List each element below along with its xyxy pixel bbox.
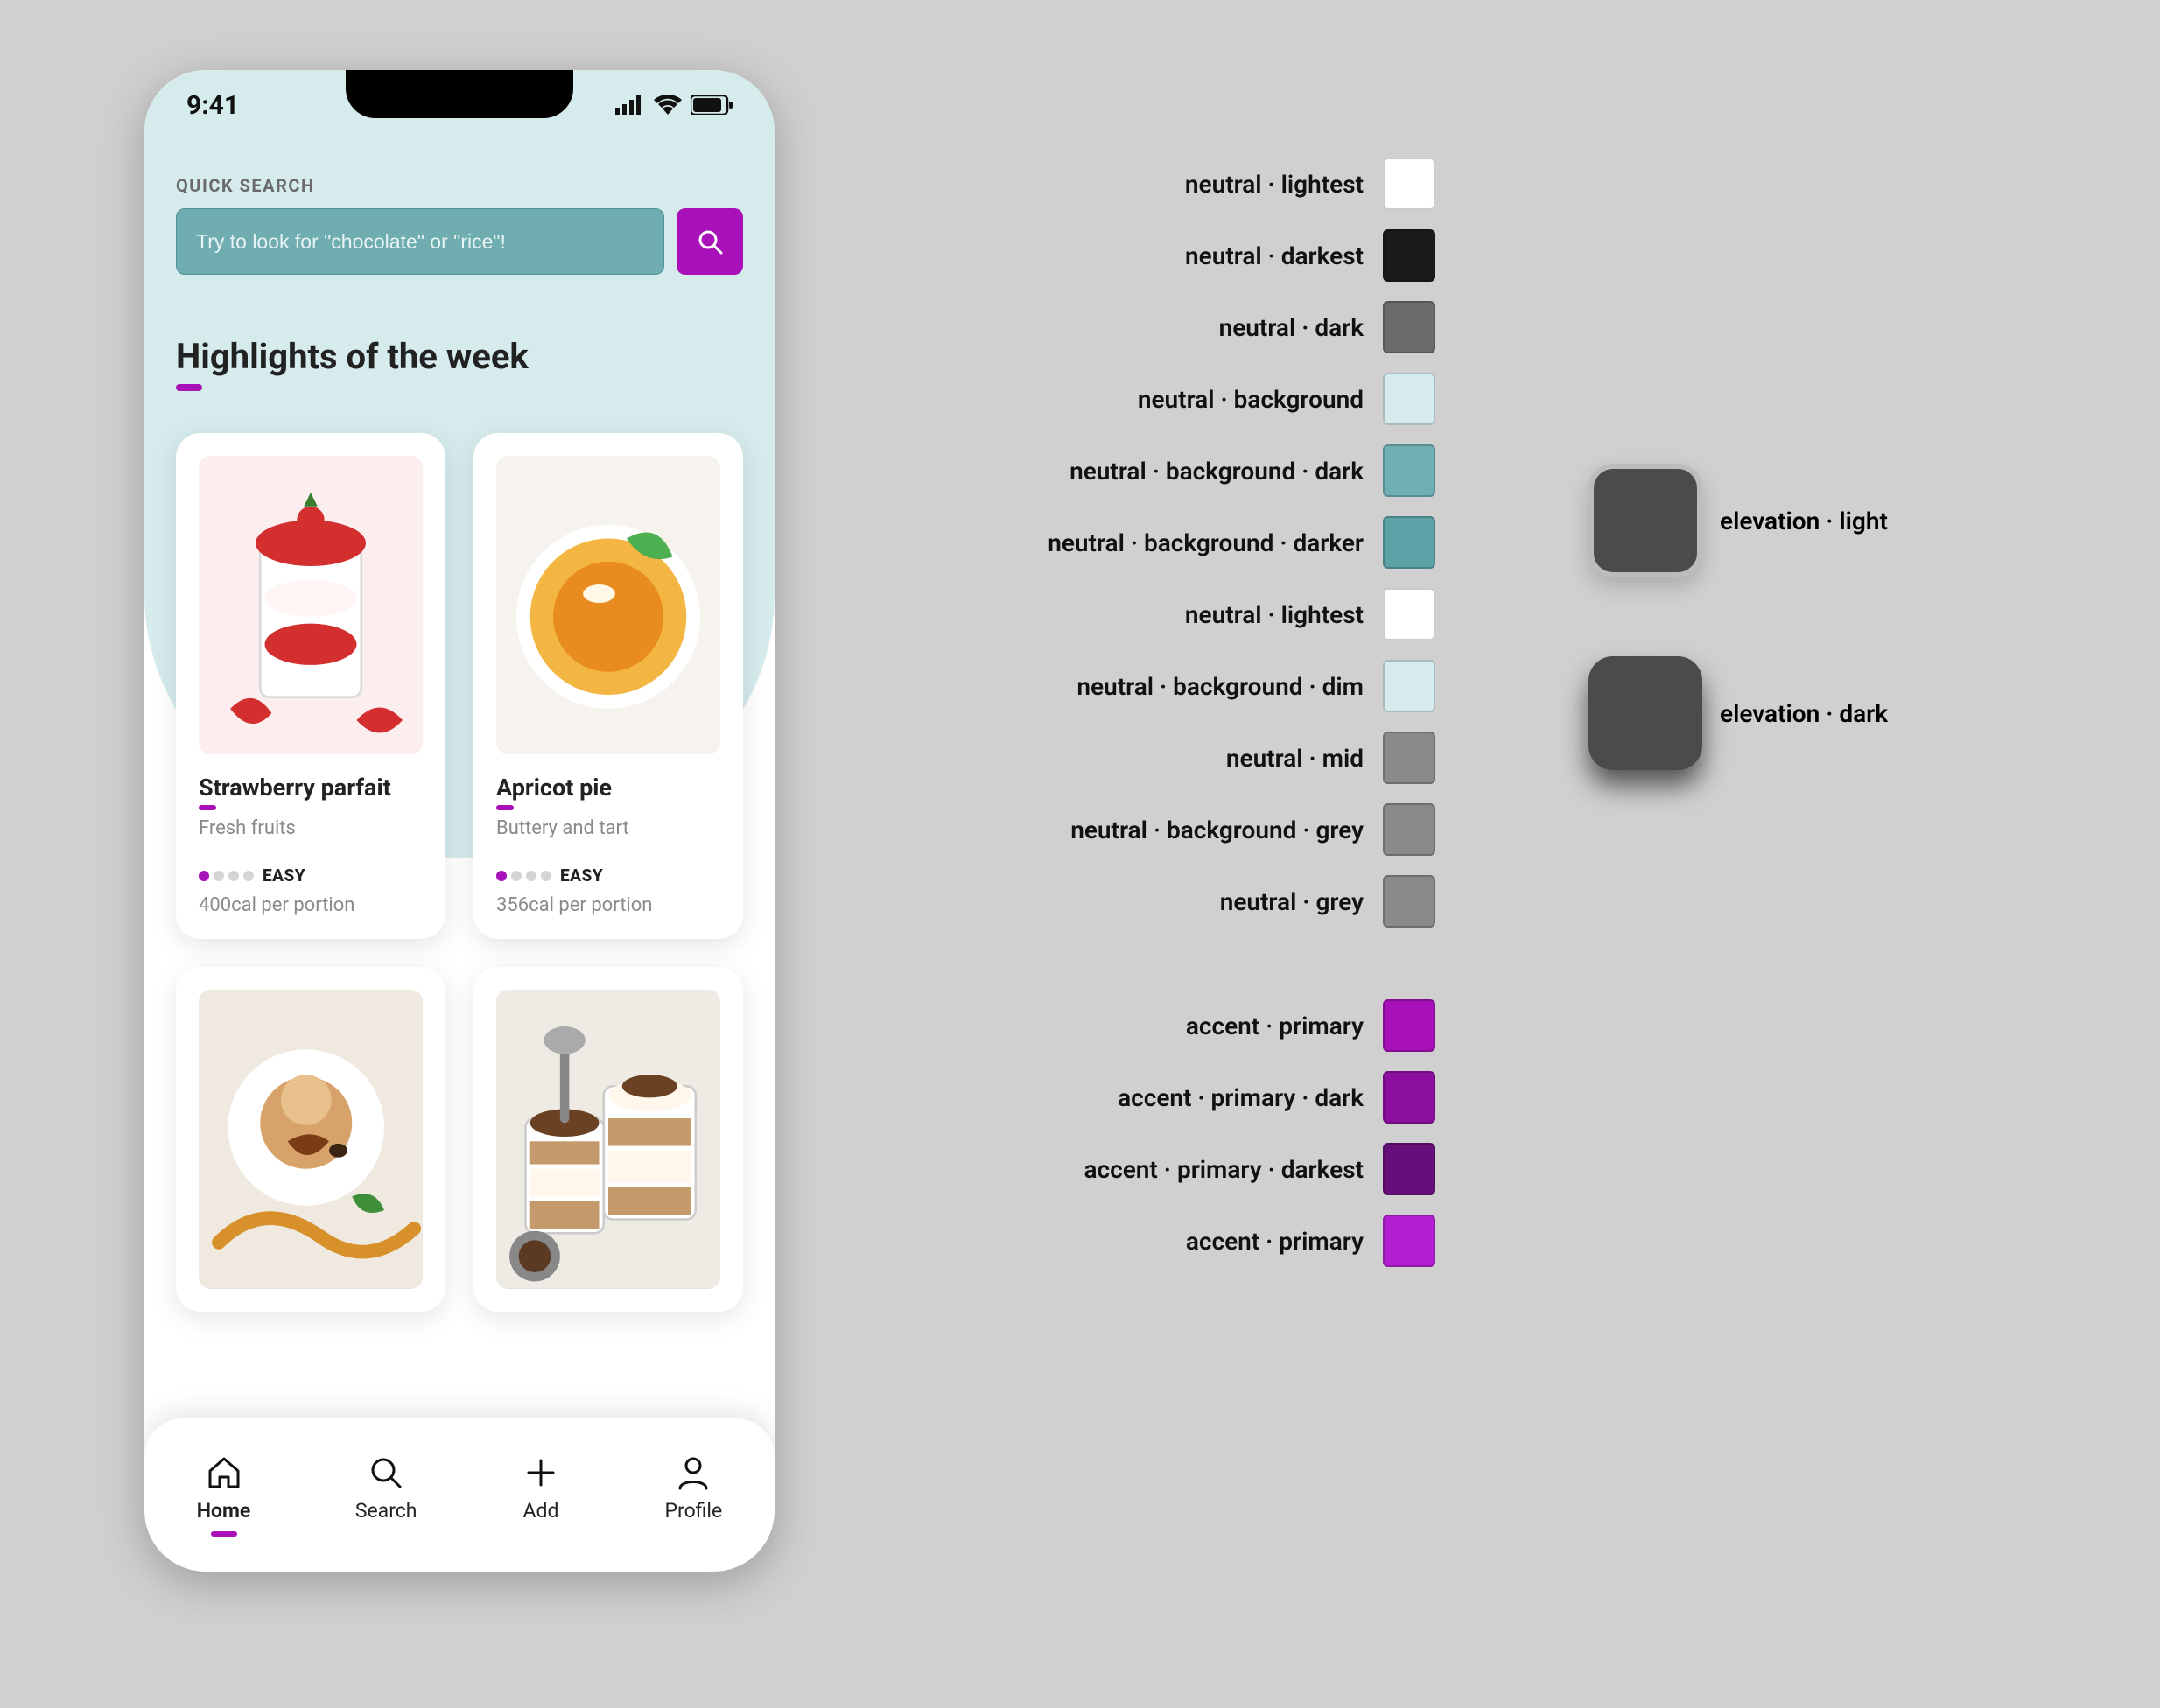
tab-add[interactable]: Add <box>522 1453 560 1536</box>
palette-label: neutral · mid <box>884 744 1383 773</box>
search-input[interactable] <box>176 208 664 275</box>
swatch <box>1383 229 1435 282</box>
difficulty-row: EASY <box>496 865 720 886</box>
recipe-title: Apricot pie <box>496 774 720 802</box>
tab-home[interactable]: Home <box>197 1453 251 1536</box>
search-icon <box>696 228 724 256</box>
tab-search[interactable]: Search <box>355 1453 417 1536</box>
palette-label: accent · primary <box>884 1012 1383 1040</box>
recipe-card[interactable] <box>176 967 445 1311</box>
calories-label: 400cal per portion <box>199 894 423 916</box>
palette-panel: neutral · lightest neutral · darkest neu… <box>884 158 2092 1286</box>
difficulty-label: EASY <box>560 865 603 886</box>
tab-label: Add <box>523 1499 559 1522</box>
elevation-panel: elevation · light elevation · dark <box>1588 464 1888 770</box>
recipe-image <box>496 990 720 1288</box>
swatch <box>1383 588 1435 640</box>
recipe-card[interactable]: Apricot pie Buttery and tart EASY 356cal… <box>473 433 743 939</box>
palette-label: accent · primary <box>884 1227 1383 1256</box>
palette-label: neutral · darkest <box>884 242 1383 270</box>
swatch <box>1383 732 1435 784</box>
elevation-dark-swatch <box>1588 656 1702 770</box>
wifi-icon <box>654 95 682 115</box>
recipe-title: Strawberry parfait <box>199 774 423 802</box>
status-icons <box>615 95 733 115</box>
swatch <box>1383 444 1435 497</box>
tab-underline <box>680 1531 706 1536</box>
palette-label: neutral · dark <box>884 313 1383 342</box>
palette-label: neutral · lightest <box>884 170 1383 199</box>
profile-icon <box>674 1453 712 1492</box>
tab-profile[interactable]: Profile <box>664 1453 722 1536</box>
phone-notch <box>346 70 573 118</box>
recipe-underline <box>199 805 216 810</box>
quick-search-label: QUICK SEARCH <box>176 175 743 196</box>
swatch <box>1383 516 1435 569</box>
recipe-card[interactable]: Strawberry parfait Fresh fruits EASY 400… <box>176 433 445 939</box>
recipe-subtitle: Buttery and tart <box>496 817 720 839</box>
recipe-subtitle: Fresh fruits <box>199 817 423 839</box>
tab-underline <box>528 1531 554 1536</box>
home-icon <box>205 1453 243 1492</box>
palette-label: neutral · background · dim <box>884 672 1383 701</box>
section-title: Highlights of the week <box>176 336 743 377</box>
difficulty-label: EASY <box>263 865 305 886</box>
palette-label: neutral · grey <box>884 887 1383 916</box>
tab-underline <box>211 1531 237 1536</box>
recipe-underline <box>496 805 514 810</box>
bottom-tabbar: Home Search Add Profile <box>144 1418 775 1572</box>
recipe-image <box>496 456 720 754</box>
elevation-label: elevation · light <box>1720 507 1888 536</box>
palette-label: accent · primary · dark <box>884 1083 1383 1112</box>
palette-label: neutral · lightest <box>884 600 1383 629</box>
phone-mock: 9:41 QUICK SEARCH Highlights of the week <box>144 70 775 1572</box>
swatch <box>1383 1214 1435 1267</box>
palette-label: neutral · background · dark <box>884 457 1383 486</box>
swatch <box>1383 660 1435 712</box>
swatch <box>1383 875 1435 928</box>
swatch <box>1383 999 1435 1052</box>
tab-label: Home <box>197 1499 251 1522</box>
tab-underline <box>373 1531 399 1536</box>
search-icon <box>367 1453 405 1492</box>
elevation-label: elevation · dark <box>1720 699 1888 728</box>
swatch <box>1383 803 1435 856</box>
swatch <box>1383 301 1435 354</box>
palette-label: neutral · background · grey <box>884 816 1383 844</box>
battery-icon <box>691 95 733 115</box>
search-button[interactable] <box>677 208 743 275</box>
swatch <box>1383 158 1435 210</box>
palette-label: neutral · background <box>884 385 1383 414</box>
cellular-icon <box>615 95 645 115</box>
palette-label: neutral · background · darker <box>884 528 1383 557</box>
calories-label: 356cal per portion <box>496 894 720 916</box>
swatch <box>1383 373 1435 425</box>
recipe-image <box>199 456 423 754</box>
swatch <box>1383 1143 1435 1195</box>
status-time: 9:41 <box>186 90 239 121</box>
difficulty-row: EASY <box>199 865 423 886</box>
palette-label: accent · primary · darkest <box>884 1155 1383 1184</box>
plus-icon <box>522 1453 560 1492</box>
title-underline <box>176 384 202 391</box>
elevation-light-swatch <box>1588 464 1702 578</box>
recipe-image <box>199 990 423 1288</box>
tab-label: Search <box>355 1499 417 1522</box>
tab-label: Profile <box>664 1499 722 1522</box>
swatch <box>1383 1071 1435 1124</box>
recipe-card[interactable] <box>473 967 743 1311</box>
